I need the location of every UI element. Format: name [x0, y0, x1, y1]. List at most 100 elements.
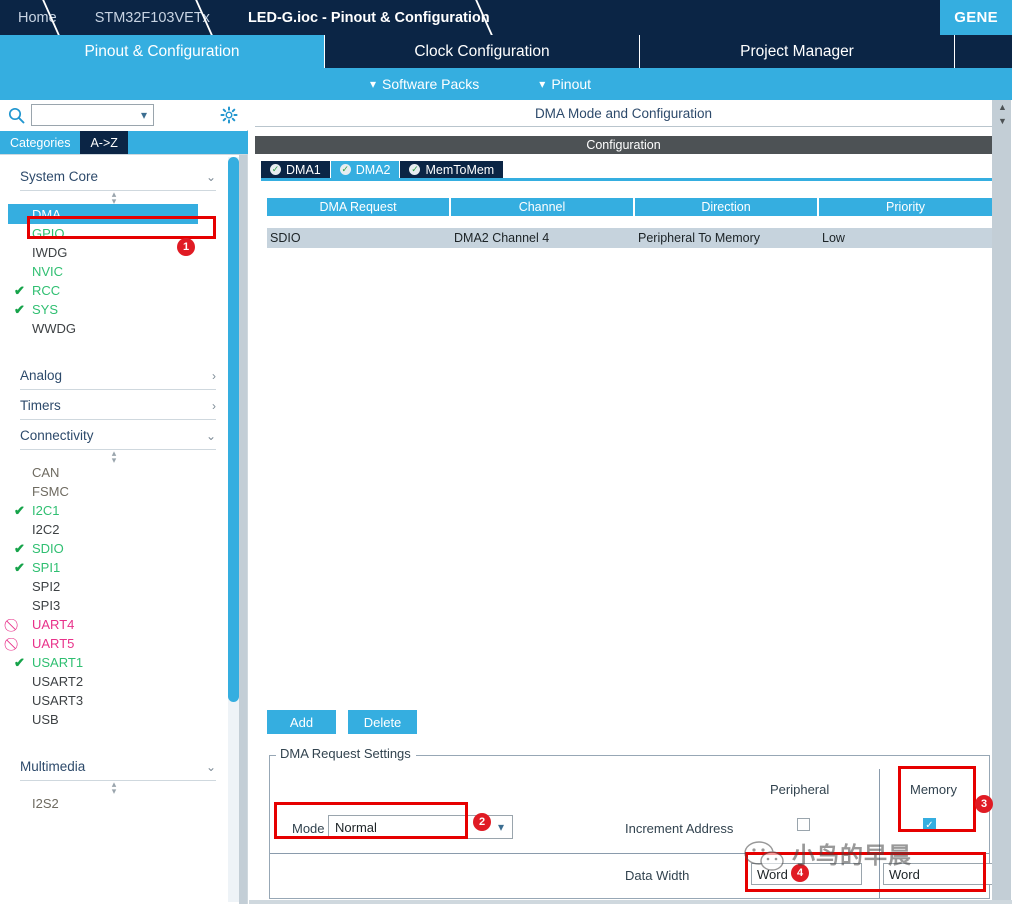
search-combobox[interactable]: ▾: [31, 104, 154, 126]
sidebar-item-rcc[interactable]: ✔ RCC: [0, 281, 228, 300]
tab-memtomem[interactable]: ✓ MemToMem: [400, 161, 505, 178]
dma-tab-bar: ✓ DMA1 ✓ DMA2 ✓ MemToMem: [261, 161, 992, 181]
subbar-label: Pinout: [551, 76, 592, 92]
chevron-down-icon: ▾: [539, 77, 546, 91]
sidebar-item-i2c1[interactable]: ✔ I2C1: [0, 501, 228, 520]
delete-button[interactable]: Delete: [348, 710, 417, 734]
sidebar-item-usb[interactable]: USB: [0, 710, 228, 729]
generate-code-button[interactable]: GENE: [940, 0, 1012, 35]
cell-priority: Low: [822, 231, 845, 245]
chevron-down-icon[interactable]: ⌄: [206, 429, 216, 443]
column-header-dma-request[interactable]: DMA Request: [267, 198, 449, 216]
tab-tools[interactable]: [955, 35, 1012, 68]
panel-title: DMA Mode and Configuration: [255, 100, 992, 127]
chevron-down-icon[interactable]: ⌄: [206, 760, 216, 774]
sidebar-item-label: USART2: [32, 674, 84, 689]
tab-clock-configuration[interactable]: Clock Configuration: [325, 35, 640, 68]
sidebar-scrollbar-track[interactable]: [239, 155, 247, 904]
tab-dma2[interactable]: ✓ DMA2: [330, 161, 401, 178]
chevron-right-icon[interactable]: ›: [212, 399, 216, 413]
tab-label: A->Z: [90, 135, 118, 150]
sidebar-item-gpio[interactable]: GPIO: [0, 224, 228, 243]
sidebar-item-nvic[interactable]: NVIC: [0, 262, 228, 281]
sidebar-group-analog[interactable]: Analog ›: [20, 368, 216, 390]
sidebar-item-label: SPI3: [32, 598, 61, 613]
breadcrumb-item-home[interactable]: Home: [0, 0, 73, 35]
tab-project-manager[interactable]: Project Manager: [640, 35, 955, 68]
sidebar-item-uart4[interactable]: ⃠UART4: [0, 615, 228, 634]
sidebar-group-timers[interactable]: Timers ›: [20, 398, 216, 420]
sidebar-item-i2s2[interactable]: I2S2: [0, 794, 228, 813]
sidebar-group-system-core[interactable]: System Core ⌄: [20, 169, 216, 191]
chevron-down-icon[interactable]: ▾: [141, 109, 147, 121]
peripheral-increment-checkbox[interactable]: [797, 818, 810, 831]
scroll-down-icon[interactable]: ▼: [996, 115, 1009, 128]
subbar-item-software-packs[interactable]: ▾ Software Packs: [370, 76, 479, 92]
scroll-spinner-icon[interactable]: ▴ ▾: [0, 189, 228, 205]
gear-icon[interactable]: [220, 106, 238, 124]
memory-increment-checkbox[interactable]: ✓: [923, 818, 936, 831]
sidebar-group-label: Timers: [20, 398, 61, 413]
tab-categories[interactable]: Categories: [0, 131, 81, 154]
column-header-channel[interactable]: Channel: [451, 198, 633, 216]
main-tab-bar: Pinout & Configuration Clock Configurati…: [0, 35, 1012, 68]
column-divider: [879, 769, 880, 898]
column-header-priority[interactable]: Priority: [819, 198, 992, 216]
scroll-up-icon[interactable]: ▲: [996, 101, 1009, 114]
configuration-section-bar: Configuration: [255, 136, 992, 154]
tab-pinout-configuration[interactable]: Pinout & Configuration: [0, 35, 325, 68]
settings-row-divider: [270, 853, 989, 854]
sidebar-item-wwdg[interactable]: WWDG: [0, 319, 228, 338]
main-scrollbar[interactable]: ▲ ▼: [994, 100, 1011, 904]
check-circle-icon: ✓: [339, 164, 351, 175]
sidebar-item-usart1[interactable]: ✔ USART1: [0, 653, 228, 672]
sidebar-view-tabs: Categories A->Z: [0, 131, 248, 154]
sidebar-group-connectivity[interactable]: Connectivity ⌄: [20, 428, 216, 450]
mode-value: Normal: [335, 819, 377, 835]
annotation-badge-2: 2: [473, 813, 491, 831]
column-header-direction[interactable]: Direction: [635, 198, 817, 216]
breadcrumb-label: LED-G.ioc - Pinout & Configuration: [247, 9, 490, 26]
sidebar-item-usart3[interactable]: USART3: [0, 691, 228, 710]
search-input[interactable]: [32, 106, 132, 124]
breadcrumb-item-current[interactable]: LED-G.ioc - Pinout & Configuration: [226, 0, 506, 35]
column-label-memory: Memory: [910, 782, 957, 797]
check-icon: ✔: [14, 560, 25, 575]
sidebar-item-spi2[interactable]: SPI2: [0, 577, 228, 596]
sidebar-scrollbar-thumb[interactable]: [228, 157, 239, 702]
sidebar-item-label: UART4: [32, 617, 75, 632]
breadcrumb-item-mcu[interactable]: STM32F103VETx: [73, 0, 226, 35]
sidebar-item-can[interactable]: CAN: [0, 463, 228, 482]
sidebar-item-spi1[interactable]: ✔ SPI1: [0, 558, 228, 577]
sidebar-item-sdio[interactable]: ✔ SDIO: [0, 539, 228, 558]
sidebar-scrollbar[interactable]: [228, 157, 239, 902]
sidebar-item-i2c2[interactable]: I2C2: [0, 520, 228, 539]
subbar-item-pinout[interactable]: ▾ Pinout: [539, 76, 591, 92]
table-row[interactable]: SDIO DMA2 Channel 4 Peripheral To Memory…: [267, 228, 992, 248]
peripheral-tree: System Core ⌄ ▴ ▾ DMA GPIO IWDG NVIC ✔ RCC ✔ SYS WWD…: [0, 154, 248, 904]
tab-dma1[interactable]: ✓ DMA1: [261, 161, 331, 178]
chevron-down-icon[interactable]: ⌄: [206, 170, 216, 184]
breadcrumb-label: STM32F103VETx: [94, 9, 210, 26]
scroll-spinner-icon[interactable]: ▴ ▾: [0, 779, 228, 795]
sidebar-item-usart2[interactable]: USART2: [0, 672, 228, 691]
add-button[interactable]: Add: [267, 710, 336, 734]
sidebar-group-multimedia[interactable]: Multimedia ⌄: [20, 759, 216, 781]
bottom-strip: [249, 900, 1012, 904]
sidebar-item-label: IWDG: [32, 245, 68, 260]
sidebar-item-sys[interactable]: ✔ SYS: [0, 300, 228, 319]
tab-a-to-z[interactable]: A->Z: [80, 131, 128, 154]
chevron-right-icon[interactable]: ›: [212, 369, 216, 383]
sidebar-item-dma[interactable]: DMA: [8, 204, 198, 224]
sidebar-item-label: USART1: [32, 655, 84, 670]
scroll-spinner-icon[interactable]: ▴ ▾: [0, 448, 228, 464]
breadcrumb: Home STM32F103VETx LED-G.ioc - Pinout & …: [0, 0, 1012, 35]
sidebar-item-spi3[interactable]: SPI3: [0, 596, 228, 615]
peripheral-tree-body: System Core ⌄ ▴ ▾ DMA GPIO IWDG NVIC ✔ RCC ✔ SYS WWD…: [0, 155, 228, 904]
chevron-down-icon[interactable]: ▾: [498, 820, 504, 834]
data-width-memory-select[interactable]: Word: [883, 863, 994, 885]
sidebar-item-fsmc[interactable]: FSMC: [0, 482, 228, 501]
sidebar-item-label: SYS: [32, 302, 59, 317]
cell-dma-request: SDIO: [270, 231, 301, 245]
sidebar-item-uart5[interactable]: ⃠UART5: [0, 634, 228, 653]
